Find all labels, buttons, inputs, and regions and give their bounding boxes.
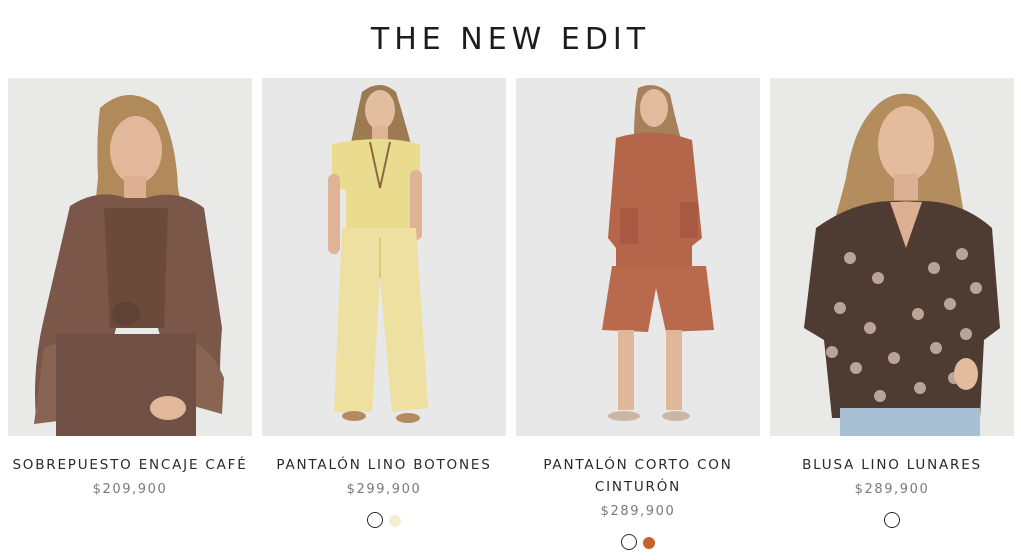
swatch-white[interactable] [367, 512, 383, 528]
product-image[interactable] [516, 78, 760, 436]
color-swatches [262, 512, 506, 528]
page-title: THE NEW EDIT [370, 22, 651, 57]
product-card[interactable]: SOBREPUESTO ENCAJE CAFÉ $209,900 [8, 78, 252, 548]
color-swatches [516, 534, 760, 550]
product-price: $209,900 [92, 482, 168, 497]
swatch-rust[interactable] [643, 537, 655, 549]
product-image[interactable] [770, 78, 1014, 436]
product-image[interactable] [262, 78, 506, 436]
product-name[interactable]: PANTALÓN LINO BOTONES [256, 454, 512, 476]
swatch-white[interactable] [621, 534, 637, 550]
color-swatches [770, 512, 1014, 528]
product-name[interactable]: PANTALÓN CORTO CON CINTURÓN [510, 454, 766, 498]
swatch-white[interactable] [884, 512, 900, 528]
swatch-cream[interactable] [389, 515, 401, 527]
product-price: $299,900 [346, 482, 422, 497]
product-name[interactable]: BLUSA LINO LUNARES [764, 454, 1020, 476]
product-card[interactable]: BLUSA LINO LUNARES $289,900 [770, 78, 1014, 548]
product-card[interactable]: PANTALÓN CORTO CON CINTURÓN $289,900 [516, 78, 760, 550]
product-card[interactable]: PANTALÓN LINO BOTONES $299,900 [262, 78, 506, 548]
product-image[interactable] [8, 78, 252, 436]
product-price: $289,900 [854, 482, 930, 497]
product-name[interactable]: SOBREPUESTO ENCAJE CAFÉ [2, 454, 258, 476]
product-price: $289,900 [600, 504, 676, 519]
